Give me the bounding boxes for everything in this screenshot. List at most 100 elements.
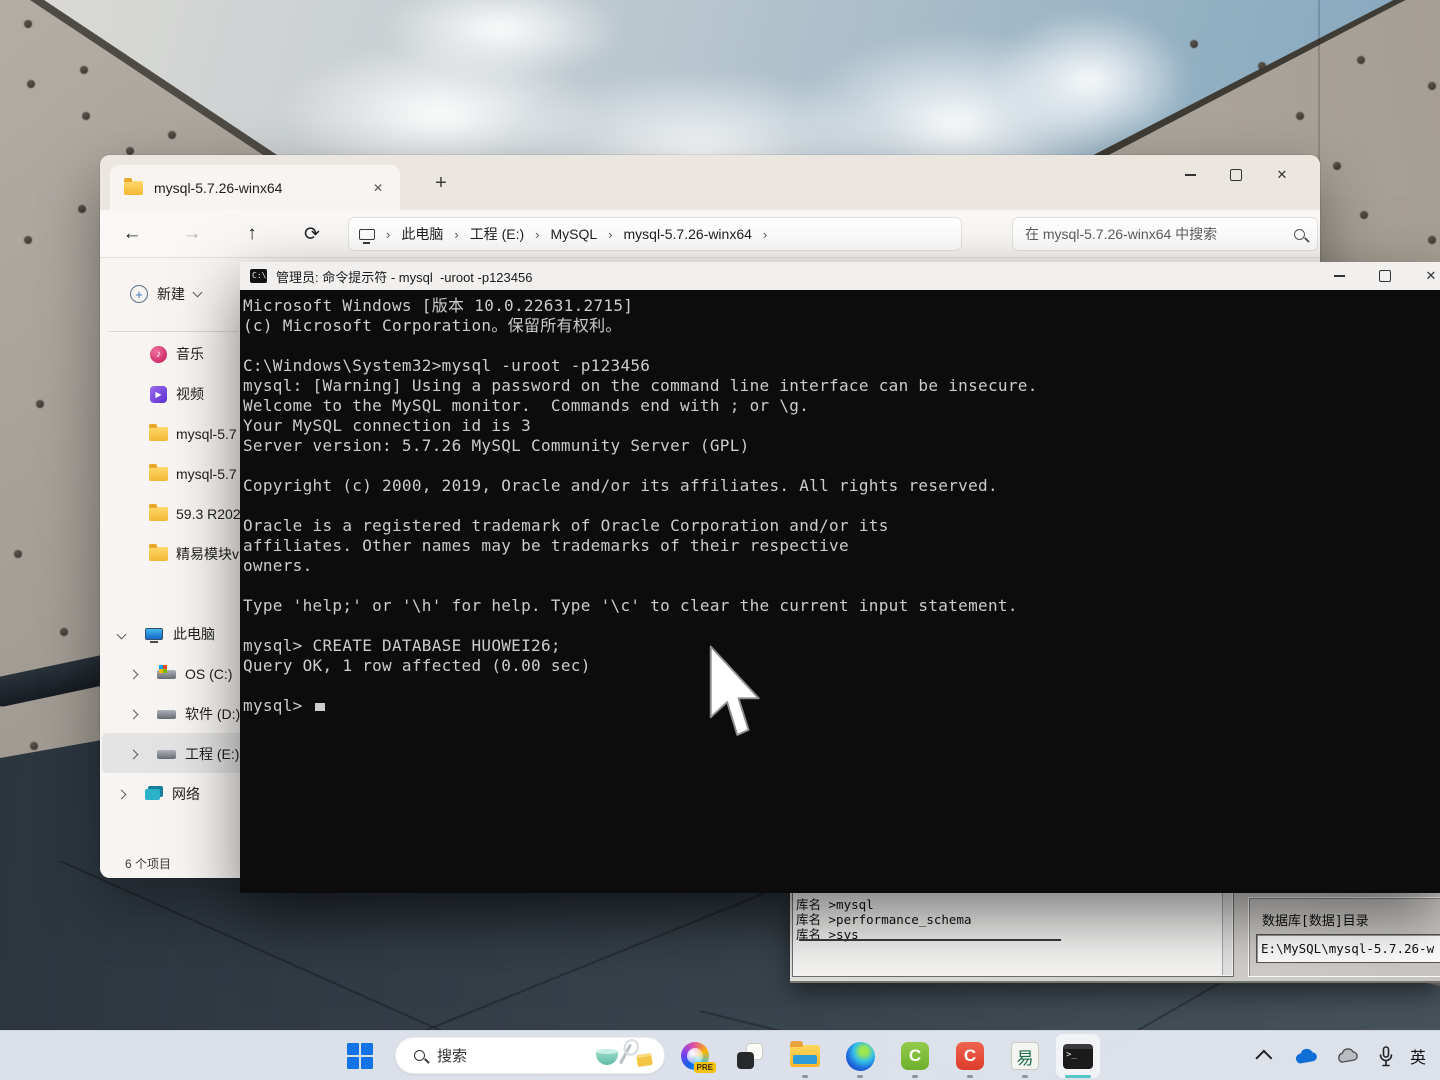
search-input[interactable]: 在 mysql-5.7.26-winx64 中搜索 bbox=[1012, 217, 1318, 251]
folder-icon bbox=[149, 504, 168, 521]
file-explorer-button[interactable] bbox=[788, 1039, 822, 1073]
desktop: mysql-5.7.26-winx64 ← → ↑ ⟳ 此电脑 工程 (E:) bbox=[0, 0, 1440, 1080]
close-button[interactable] bbox=[1259, 155, 1305, 195]
tab-close-icon[interactable] bbox=[368, 178, 388, 198]
taskbar-search[interactable]: 搜索 bbox=[395, 1037, 665, 1074]
data-directory-field[interactable]: E:\MySQL\mysql-5.7.26-w bbox=[1256, 934, 1440, 963]
list-underline bbox=[799, 939, 1061, 941]
database-list-row: 库名 >sys bbox=[796, 927, 859, 942]
breadcrumb-item[interactable]: MySQL bbox=[546, 226, 601, 242]
camtasia-button[interactable] bbox=[898, 1039, 932, 1073]
console-line: owners. bbox=[243, 556, 313, 575]
sidebar-item-label: 网络 bbox=[172, 786, 200, 802]
database-list-row: 库名 >mysql bbox=[796, 897, 874, 912]
cmd-titlebar[interactable]: 管理员: 命令提示符 - mysql -uroot -p123456 bbox=[240, 262, 1440, 290]
start-button[interactable] bbox=[343, 1039, 377, 1073]
forward-button[interactable]: → bbox=[174, 210, 210, 258]
edge-button[interactable] bbox=[843, 1039, 877, 1073]
drive-icon bbox=[157, 664, 176, 679]
chevron-down-icon bbox=[116, 629, 127, 639]
chevron-right-icon bbox=[116, 789, 127, 799]
tray-overflow-button[interactable] bbox=[1252, 1039, 1280, 1073]
scrollbar[interactable] bbox=[1222, 893, 1232, 975]
items-count: 6 个项目 bbox=[125, 856, 172, 871]
cmd-icon bbox=[250, 269, 267, 283]
console-line: affiliates. Other names may be trademark… bbox=[243, 536, 849, 555]
console-line: C:\Windows\System32>mysql -uroot -p12345… bbox=[243, 356, 651, 375]
explorer-tab[interactable]: mysql-5.7.26-winx64 bbox=[110, 165, 400, 210]
new-tab-button[interactable] bbox=[427, 169, 455, 197]
sidebar-item-label: mysql-5.7 bbox=[176, 466, 237, 482]
copilot-button[interactable]: PRE bbox=[678, 1039, 716, 1073]
command-prompt-window: 管理员: 命令提示符 - mysql -uroot -p123456 Micro… bbox=[240, 262, 1440, 893]
breadcrumb-item[interactable]: 此电脑 bbox=[397, 224, 447, 244]
folder-icon bbox=[149, 544, 168, 561]
breadcrumb-item[interactable]: mysql-5.7.26-winx64 bbox=[620, 226, 756, 242]
search-highlight-image bbox=[594, 1041, 656, 1071]
console-line: Server version: 5.7.26 MySQL Community S… bbox=[243, 436, 750, 455]
console-line: mysql> CREATE DATABASE HUOWEI26; bbox=[243, 636, 561, 655]
drive-icon bbox=[157, 749, 176, 759]
data-directory-group: 数据库[数据]目录 E:\MySQL\mysql-5.7.26-w bbox=[1248, 897, 1440, 977]
task-view-icon bbox=[737, 1043, 763, 1069]
camtasia-recorder-button[interactable] bbox=[953, 1039, 987, 1073]
refresh-button[interactable]: ⟳ bbox=[294, 210, 330, 258]
chevron-right-icon bbox=[128, 709, 139, 719]
console-line: Copyright (c) 2000, 2019, Oracle and/or … bbox=[243, 476, 998, 495]
console-line: (c) Microsoft Corporation。保留所有权利。 bbox=[243, 316, 622, 335]
breadcrumb-item[interactable]: 工程 (E:) bbox=[466, 224, 528, 244]
running-indicator bbox=[857, 1075, 863, 1078]
drive-icon bbox=[157, 709, 176, 719]
console-line: Type 'help;' or '\h' for help. Type '\c'… bbox=[243, 596, 1018, 615]
chevron-right-icon bbox=[447, 227, 465, 242]
sidebar-item-label: OS (C:) bbox=[185, 666, 233, 682]
maximize-button[interactable] bbox=[1362, 262, 1408, 290]
minimize-button[interactable] bbox=[1316, 262, 1362, 290]
chevron-right-icon bbox=[756, 227, 774, 242]
sidebar-item-label: 工程 (E:) bbox=[185, 746, 240, 762]
sidebar-item-label: 此电脑 bbox=[173, 626, 215, 642]
plus-icon bbox=[130, 285, 148, 303]
console-output[interactable]: Microsoft Windows [版本 10.0.22631.2715] (… bbox=[243, 296, 1439, 716]
running-indicator bbox=[1022, 1075, 1028, 1078]
up-button[interactable]: ↑ bbox=[234, 210, 270, 258]
database-list-panel[interactable]: 库名 >mysql 库名 >performance_schema 库名 >sys bbox=[792, 891, 1234, 977]
copilot-icon: PRE bbox=[681, 1042, 716, 1073]
ime-language-label: 英 bbox=[1409, 1050, 1426, 1067]
text-cursor bbox=[314, 703, 325, 711]
task-view-button[interactable] bbox=[733, 1039, 767, 1073]
console-prompt: mysql> bbox=[243, 696, 313, 715]
terminal-icon bbox=[1063, 1043, 1093, 1069]
chevron-right-icon bbox=[128, 669, 139, 679]
cloud-status-button[interactable] bbox=[1332, 1039, 1362, 1073]
close-button[interactable] bbox=[1408, 262, 1440, 290]
minimize-button[interactable] bbox=[1167, 155, 1213, 195]
maximize-button[interactable] bbox=[1213, 155, 1259, 195]
chevron-up-icon bbox=[1255, 1049, 1273, 1067]
ime-indicator[interactable]: 英 bbox=[1402, 1039, 1434, 1073]
windows-logo-icon bbox=[347, 1043, 373, 1069]
new-button[interactable]: 新建 bbox=[122, 277, 209, 311]
database-list-row: 库名 >performance_schema bbox=[796, 912, 972, 927]
epl-button[interactable] bbox=[1008, 1039, 1042, 1073]
explorer-window-controls bbox=[1167, 155, 1305, 195]
this-pc-icon bbox=[145, 628, 163, 643]
folder-icon bbox=[790, 1041, 820, 1067]
console-line: Welcome to the MySQL monitor. Commands e… bbox=[243, 396, 810, 415]
back-button[interactable]: ← bbox=[114, 210, 150, 258]
cmd-title: 管理员: 命令提示符 - mysql -uroot -p123456 bbox=[276, 269, 533, 285]
network-icon bbox=[145, 785, 163, 800]
sidebar-item-label: 软件 (D:) bbox=[185, 706, 241, 722]
command-prompt-button[interactable] bbox=[1056, 1034, 1100, 1078]
folder-icon bbox=[149, 464, 168, 481]
chevron-right-icon bbox=[379, 227, 397, 242]
chevron-right-icon bbox=[128, 749, 139, 759]
address-bar[interactable]: 此电脑 工程 (E:) MySQL mysql-5.7.26-winx64 bbox=[348, 217, 962, 251]
onedrive-button[interactable] bbox=[1290, 1039, 1320, 1073]
tab-title: mysql-5.7.26-winx64 bbox=[154, 179, 283, 196]
console-line: Microsoft Windows [版本 10.0.22631.2715] bbox=[243, 296, 634, 315]
search-icon bbox=[414, 1050, 425, 1061]
voice-input-button[interactable] bbox=[1372, 1039, 1400, 1073]
